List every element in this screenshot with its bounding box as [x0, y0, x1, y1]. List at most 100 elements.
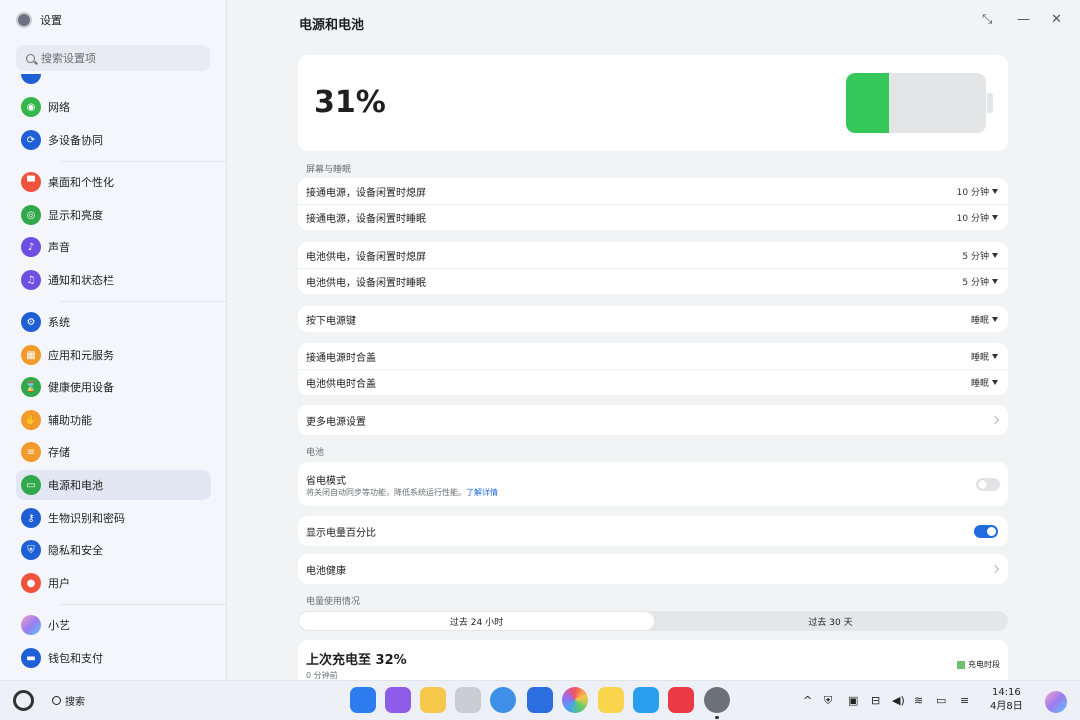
photos-icon[interactable] — [562, 687, 588, 713]
trash-icon[interactable] — [455, 687, 481, 713]
tab-30d[interactable]: 过去 30 天 — [653, 611, 1008, 631]
sidebar-item-sound[interactable]: ♪ 声音 — [16, 232, 211, 262]
lid-plugged-row[interactable]: 接通电源时合盖 睡眠 — [298, 343, 1008, 369]
settings-icon[interactable] — [704, 687, 730, 713]
taskbar-search-button[interactable]: 搜索 — [52, 693, 85, 708]
sidebar-item-apps[interactable]: ▦ 应用和元服务 — [16, 340, 211, 370]
active-app-indicator — [715, 716, 719, 719]
tab-24h[interactable]: 过去 24 小时 — [299, 612, 654, 630]
sidebar-item-network[interactable]: ◉ 网络 — [16, 92, 211, 122]
sidebar-item-label: 辅助功能 — [48, 414, 92, 427]
sidebar-item-desktop[interactable]: ▀ 桌面和个性化 — [16, 167, 211, 197]
caret-down-icon — [992, 188, 998, 194]
sidebar-item-accessibility[interactable]: ✋ 辅助功能 — [16, 405, 211, 435]
caret-down-icon — [992, 380, 998, 385]
page-title: 电源和电池 — [299, 18, 365, 33]
sidebar-item-label: 通知和状态栏 — [48, 274, 114, 287]
dropdown[interactable]: 10 分钟 — [957, 211, 998, 224]
dropdown[interactable]: 5 分钟 — [962, 249, 998, 262]
browser-icon[interactable] — [490, 687, 516, 713]
windows-icon[interactable] — [350, 687, 376, 713]
search-input[interactable]: 搜索设置项 — [16, 45, 210, 71]
divider — [60, 161, 226, 162]
power-saver-toggle[interactable] — [976, 478, 1000, 491]
dropdown[interactable]: 睡眠 — [971, 350, 998, 363]
legend-swatch — [957, 660, 965, 669]
battery-tray-icon[interactable]: ▭ — [936, 694, 946, 707]
row-label: 接通电源时合盖 — [306, 352, 376, 364]
restore-icon[interactable]: ⤡ — [982, 12, 992, 27]
battery-health-card[interactable]: 电池健康 — [298, 554, 1008, 584]
start-icon[interactable] — [13, 690, 34, 711]
dropdown[interactable]: 睡眠 — [971, 313, 998, 326]
appgallery-icon[interactable] — [668, 687, 694, 713]
row-label: 接通电源，设备闲置时睡眠 — [306, 214, 426, 225]
battery-icon: ▭ — [21, 475, 41, 495]
clipboard-icon[interactable]: ⊟ — [871, 694, 880, 707]
sidebar-item-biometrics[interactable]: ⚷ 生物识别和密码 — [16, 503, 211, 533]
dropdown[interactable]: 10 分钟 — [957, 185, 998, 198]
sidebar-item-label: 声音 — [48, 241, 70, 254]
clock-date: 4月8日 — [990, 701, 1023, 712]
mail-icon[interactable] — [527, 687, 553, 713]
paint-icon: ▀ — [21, 172, 41, 192]
assistant-icon[interactable] — [1045, 691, 1067, 713]
power-saver-desc-text: 将关闭自动同步等功能，降低系统运行性能。 — [306, 488, 466, 497]
dropdown-value: 5 分钟 — [962, 278, 989, 288]
volume-icon[interactable]: ◀) — [892, 694, 905, 707]
minimize-icon[interactable]: — — [1017, 12, 1030, 27]
battery-health-row[interactable]: 电池健康 — [298, 554, 1008, 584]
chevron-up-icon[interactable]: ^ — [803, 694, 812, 707]
sidebar-item-wallet[interactable]: ▬ 钱包和支付 — [16, 643, 211, 673]
sidebar-item-power[interactable]: ▭ 电源和电池 — [16, 470, 211, 500]
dropdown-value: 睡眠 — [970, 379, 989, 389]
divider — [60, 301, 226, 302]
battery-sleep-row[interactable]: 电池供电，设备闲置时睡眠 5 分钟 — [298, 268, 1008, 294]
sidebar-item-label: 桌面和个性化 — [48, 176, 114, 189]
learn-more-link[interactable]: 了解详情 — [466, 488, 498, 497]
sidebar-item-storage[interactable]: ≡ 存储 — [16, 437, 211, 467]
window-manager-icon[interactable] — [385, 687, 411, 713]
notification-center-icon[interactable]: ≡ — [960, 694, 969, 707]
show-percent-toggle[interactable] — [974, 524, 998, 538]
section-screen-sleep: 屏幕与睡眠 — [306, 165, 352, 175]
more-power-settings-card[interactable]: 更多电源设置 — [298, 405, 1008, 435]
apps-icon: ▦ — [21, 345, 41, 365]
battery-screen-off-row[interactable]: 电池供电，设备闲置时熄屏 5 分钟 — [298, 242, 1008, 268]
clock[interactable]: 14:16 4月8日 — [990, 686, 1023, 714]
devices-icon: ⟳ — [21, 130, 41, 150]
sidebar-item-system[interactable]: ⚙ 系统 — [16, 307, 211, 337]
sidebar-item-devices[interactable]: ⟳ 多设备协同 — [16, 125, 211, 155]
sidebar-item-label: 健康使用设备 — [48, 381, 114, 394]
row-label: 显示电量百分比 — [306, 527, 376, 539]
dropdown[interactable]: 睡眠 — [971, 376, 998, 389]
plugged-sleep-row[interactable]: 接通电源，设备闲置时睡眠 10 分钟 — [298, 204, 1008, 230]
main-panel: 电源和电池 ⤡ — ✕ 31% 屏幕与睡眠 接通电源，设备闲置时熄屏 10 分钟 … — [228, 0, 1080, 680]
dropdown[interactable]: 5 分钟 — [962, 275, 998, 288]
notes-icon[interactable] — [598, 687, 624, 713]
close-icon[interactable]: ✕ — [1051, 12, 1062, 27]
sidebar-item-privacy[interactable]: ⛨ 隐私和安全 — [16, 535, 211, 565]
power-key-row[interactable]: 按下电源键 睡眠 — [298, 306, 1008, 332]
files-icon[interactable] — [420, 687, 446, 713]
bell-icon: ♫ — [21, 270, 41, 290]
wifi-icon[interactable]: ≋ — [914, 694, 923, 707]
power-saver-title: 省电模式 — [306, 476, 346, 487]
row-label: 电池供电，设备闲置时睡眠 — [306, 278, 426, 289]
shield-icon: ⛨ — [21, 540, 41, 560]
lid-battery-row[interactable]: 电池供电时合盖 睡眠 — [298, 369, 1008, 395]
sidebar-item-display[interactable]: ◎ 显示和亮度 — [16, 200, 211, 230]
power-key-card: 按下电源键 睡眠 — [298, 306, 1008, 332]
sidebar-item-notifications[interactable]: ♫ 通知和状态栏 — [16, 265, 211, 295]
screenshot-icon[interactable]: ▣ — [848, 694, 858, 707]
shield-icon[interactable]: ⛨ — [824, 694, 832, 708]
sidebar-item-assistant[interactable]: 小艺 — [16, 610, 211, 640]
sidebar-item-label: 显示和亮度 — [48, 209, 103, 222]
sidebar-item-users[interactable]: ● 用户 — [16, 568, 211, 598]
sidebar-item-health[interactable]: ⌛ 健康使用设备 — [16, 372, 211, 402]
storage-icon: ≡ — [21, 442, 41, 462]
plugged-screen-off-row[interactable]: 接通电源，设备闲置时熄屏 10 分钟 — [298, 178, 1008, 204]
taskbar: 搜索 ^ ⛨ ▣ ⊟ ◀) ≋ ▭ ≡ 14:16 4月8日 — [0, 680, 1080, 720]
docs-icon[interactable] — [633, 687, 659, 713]
more-power-settings-row[interactable]: 更多电源设置 — [298, 405, 1008, 435]
